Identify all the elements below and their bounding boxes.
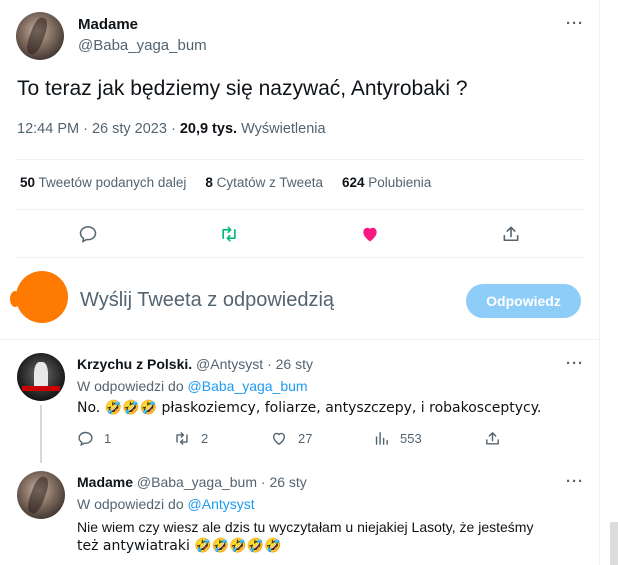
retweet-icon — [222, 226, 236, 242]
timeline-border — [599, 0, 600, 565]
reply-date[interactable]: · 26 sty — [261, 474, 307, 490]
tweet-meta: 12:44 PM · 26 sty 2023 · 20,9 tys. Wyświ… — [17, 121, 326, 137]
reply-header: Krzychu z Polski. @Antysyst · 26 sty — [77, 356, 313, 372]
reply-actions: 1 2 27 553 — [77, 430, 517, 448]
retweets-stat[interactable]: 50 Tweetów podanych dalej — [20, 175, 186, 190]
like-button[interactable] — [358, 222, 382, 246]
heart-icon — [272, 432, 286, 446]
reply-header: Madame @Baba_yaga_bum · 26 sty — [77, 474, 307, 490]
views-button[interactable]: 553 — [373, 430, 422, 447]
scrollbar-thumb[interactable] — [610, 522, 618, 565]
reply-to-link[interactable]: @Baba_yaga_bum — [188, 378, 308, 394]
reply-to-line: W odpowiedzi do @Baba_yaga_bum — [77, 378, 308, 394]
reply-button[interactable] — [76, 222, 100, 246]
divider — [16, 159, 584, 160]
retweet-icon — [176, 432, 188, 445]
reply-avatar[interactable] — [17, 353, 65, 401]
like-button[interactable]: 27 — [270, 430, 312, 447]
views-icon — [375, 432, 388, 445]
like-count: 27 — [298, 431, 313, 446]
views-label: Wyświetlenia — [237, 121, 326, 137]
reply-author-handle[interactable]: @Baba_yaga_bum — [137, 474, 257, 490]
author-name[interactable]: Madame — [78, 16, 138, 33]
share-button[interactable] — [484, 430, 511, 447]
divider — [16, 257, 584, 258]
reply-text-line: też antywiatraki 🤣🤣🤣🤣🤣 — [77, 538, 282, 554]
tweet-timestamp[interactable]: 12:44 PM · 26 sty 2023 · — [17, 121, 180, 137]
reply-to-line: W odpowiedzi do @Antysyst — [77, 496, 255, 512]
author-avatar[interactable] — [16, 12, 64, 60]
likes-stat[interactable]: 624 Polubienia — [342, 175, 431, 190]
reply-submit-button[interactable]: Odpowiedz — [466, 284, 581, 318]
reply-text: Nie wiem czy wiesz ale dzis tu wyczytała… — [77, 518, 587, 556]
reply-input[interactable]: Wyślij Tweeta z odpowiedzią — [80, 289, 334, 312]
user-avatar[interactable] — [10, 271, 68, 323]
reply-button[interactable]: 1 — [77, 430, 111, 447]
reply-author-name[interactable]: Krzychu z Polski. — [77, 356, 192, 372]
heart-icon — [363, 227, 377, 242]
reply-avatar[interactable] — [17, 471, 65, 519]
retweet-button[interactable] — [217, 222, 241, 246]
reply-author-name[interactable]: Madame — [77, 474, 133, 490]
more-options-icon[interactable]: ··· — [566, 355, 584, 372]
reply-text-line: Nie wiem czy wiesz ale dzis tu wyczytała… — [77, 519, 534, 535]
reply-count: 1 — [104, 431, 112, 446]
retweet-count: 2 — [201, 431, 209, 446]
thread-line — [40, 405, 42, 463]
reply-to-link[interactable]: @Antysyst — [188, 496, 255, 512]
share-icon — [503, 226, 519, 242]
more-options-icon[interactable]: ··· — [566, 15, 584, 32]
tweet-author-row: Madame @Baba_yaga_bum ··· — [16, 12, 584, 62]
share-icon — [486, 432, 499, 445]
views-count: 20,9 tys. — [179, 121, 238, 137]
views-count: 553 — [400, 431, 422, 446]
retweet-button[interactable]: 2 — [173, 430, 208, 447]
author-handle[interactable]: @Baba_yaga_bum — [78, 37, 207, 54]
share-button[interactable] — [499, 222, 523, 246]
reply-date[interactable]: · 26 sty — [267, 356, 313, 372]
tweet-actions — [0, 222, 600, 246]
reply-icon — [79, 226, 97, 243]
reply-text: No. 🤣🤣🤣 płaskoziemcy, foliarze, antyszcz… — [77, 400, 542, 416]
tweet-stats: 50 Tweetów podanych dalej 8 Cytatów z Tw… — [20, 175, 450, 190]
reply-icon — [78, 431, 93, 447]
divider — [16, 209, 584, 210]
tweet-text: To teraz jak będziemy się nazywać, Antyr… — [17, 77, 468, 100]
quotes-stat[interactable]: 8 Cytatów z Tweeta — [205, 175, 323, 190]
more-options-icon[interactable]: ··· — [566, 473, 584, 490]
reply-author-handle[interactable]: @Antysyst — [196, 356, 263, 372]
divider — [0, 339, 600, 340]
